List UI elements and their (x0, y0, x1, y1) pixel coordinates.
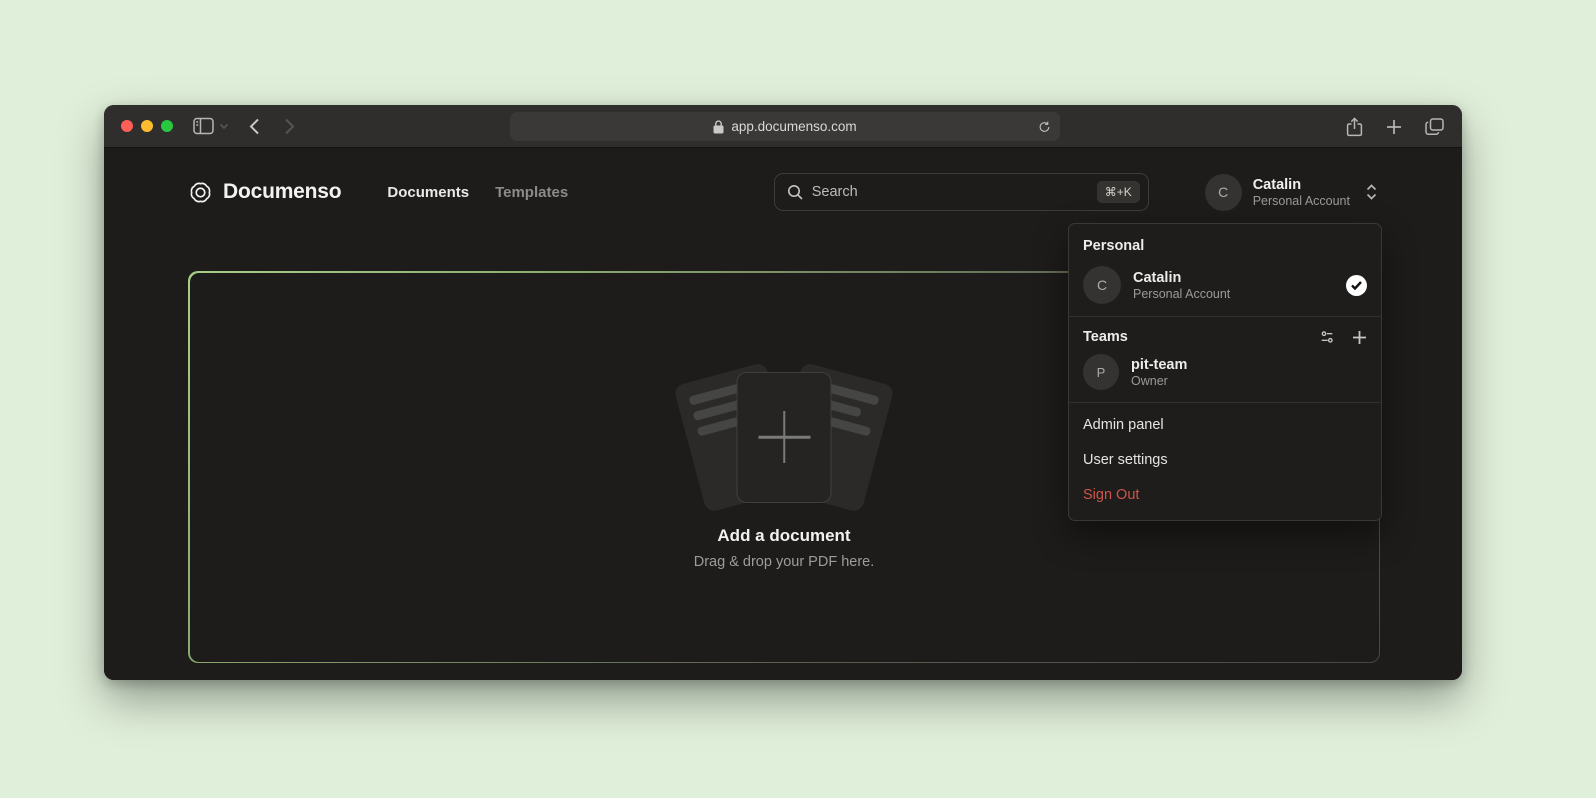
traffic-lights (121, 120, 173, 132)
account-name: Catalin (1253, 176, 1350, 195)
nav-templates[interactable]: Templates (495, 184, 568, 201)
selected-check-icon (1346, 275, 1367, 296)
personal-account-subtitle: Personal Account (1133, 287, 1230, 301)
lock-icon (713, 120, 724, 134)
team-name: pit-team (1131, 356, 1187, 375)
document-cards-illustration (737, 372, 832, 503)
address-bar[interactable]: app.documenso.com (510, 112, 1060, 141)
address-url: app.documenso.com (731, 119, 856, 134)
back-icon[interactable] (249, 118, 260, 135)
toolbar-right-icons (1346, 105, 1444, 148)
teams-section-header: Teams (1069, 322, 1381, 351)
avatar: C (1083, 266, 1121, 304)
brand-name: Documenso (223, 180, 341, 204)
account-menu-button[interactable]: C Catalin Personal Account (1205, 174, 1378, 211)
account-dropdown-menu: Personal C Catalin Personal Account Team… (1068, 223, 1382, 521)
refresh-icon[interactable] (1038, 120, 1051, 134)
menu-item-user-settings[interactable]: User settings (1069, 443, 1381, 478)
search-placeholder: Search (812, 184, 1088, 200)
new-tab-plus-icon[interactable] (1386, 119, 1402, 135)
main-nav: Documents Templates (387, 184, 568, 201)
share-icon[interactable] (1346, 117, 1363, 137)
tab-overview-icon[interactable] (1425, 118, 1444, 135)
personal-section-label: Personal (1069, 228, 1381, 261)
personal-account-name: Catalin (1133, 269, 1230, 288)
team-item[interactable]: P pit-team Owner (1069, 351, 1381, 401)
brand[interactable]: Documenso (188, 180, 341, 205)
search-shortcut-badge: ⌘+K (1097, 181, 1140, 203)
manage-teams-icon[interactable] (1319, 329, 1335, 345)
add-document-card-plus-icon (737, 372, 832, 503)
app-content: Documenso Documents Templates Search ⌘+K… (104, 149, 1462, 680)
add-team-plus-icon[interactable] (1352, 330, 1367, 345)
minimize-window-button[interactable] (141, 120, 153, 132)
forward-icon[interactable] (284, 118, 295, 135)
dropzone-subtitle: Drag & drop your PDF here. (190, 554, 1379, 570)
documenso-logo-icon (188, 180, 213, 205)
account-subtitle: Personal Account (1253, 194, 1350, 208)
chevrons-up-down-icon (1365, 184, 1378, 200)
teams-section-label: Teams (1083, 329, 1128, 345)
team-role: Owner (1131, 374, 1187, 388)
avatar: P (1083, 354, 1119, 390)
nav-documents[interactable]: Documents (387, 184, 469, 201)
avatar: C (1205, 174, 1242, 211)
close-window-button[interactable] (121, 120, 133, 132)
search-input[interactable]: Search ⌘+K (774, 173, 1149, 211)
personal-account-item[interactable]: C Catalin Personal Account (1069, 261, 1381, 315)
browser-toolbar: app.documenso.com (104, 105, 1462, 148)
dropzone-title: Add a document (190, 526, 1379, 546)
search-icon (787, 184, 803, 200)
menu-item-sign-out[interactable]: Sign Out (1069, 478, 1381, 513)
sidebar-toggle-icon[interactable] (193, 117, 214, 135)
menu-divider (1069, 316, 1381, 317)
zoom-window-button[interactable] (161, 120, 173, 132)
menu-divider (1069, 402, 1381, 403)
browser-window: app.documenso.com (104, 105, 1462, 680)
menu-item-admin-panel[interactable]: Admin panel (1069, 408, 1381, 443)
sidebar-menu-chevron-icon[interactable] (219, 123, 229, 130)
